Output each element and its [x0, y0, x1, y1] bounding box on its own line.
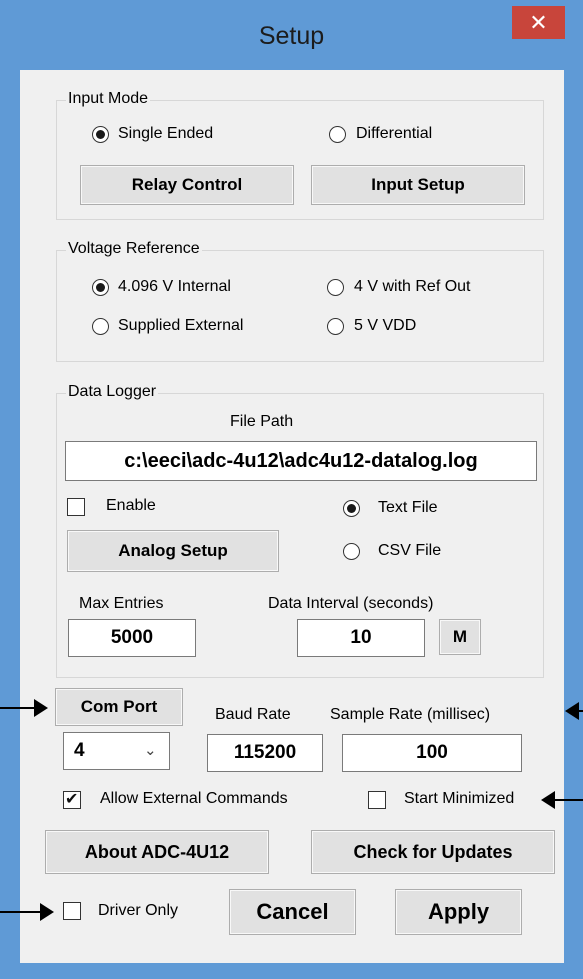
vref-internal-label: 4.096 V Internal — [118, 278, 231, 295]
baud-rate-input[interactable]: 115200 — [207, 734, 323, 772]
file-path-label: File Path — [230, 413, 294, 430]
vref-vdd-radio[interactable] — [327, 318, 344, 335]
chevron-down-icon[interactable]: ⌄ — [144, 733, 157, 769]
max-entries-label: Max Entries — [79, 595, 164, 612]
driver-only-label: Driver Only — [98, 902, 179, 919]
csv-file-radio[interactable] — [343, 543, 360, 560]
data-interval-input[interactable]: 10 — [297, 619, 425, 657]
data-interval-label: Data Interval (seconds) — [268, 595, 434, 612]
single-ended-label: Single Ended — [118, 125, 214, 142]
start-minimized-checkbox[interactable] — [368, 791, 386, 809]
allow-external-label: Allow External Commands — [100, 790, 288, 807]
apply-button[interactable]: Apply — [395, 889, 522, 935]
voltage-reference-group — [56, 250, 544, 362]
csv-file-label: CSV File — [378, 542, 442, 559]
arrow-com-port-icon — [0, 699, 48, 717]
vref-external-label: Supplied External — [118, 317, 244, 334]
vref-vdd-label: 5 V VDD — [354, 317, 417, 334]
text-file-radio[interactable] — [343, 500, 360, 517]
analog-setup-button[interactable]: Analog Setup — [67, 530, 279, 572]
differential-label: Differential — [356, 125, 433, 142]
max-entries-input[interactable]: 5000 — [68, 619, 196, 657]
arrow-sample-rate-icon — [565, 702, 583, 720]
window-title: Setup — [258, 22, 325, 50]
single-ended-radio[interactable] — [92, 126, 109, 143]
enable-checkbox[interactable] — [67, 498, 85, 516]
allow-external-checkbox[interactable] — [63, 789, 81, 809]
com-port-select[interactable]: 4 ⌄ — [63, 732, 170, 770]
sample-rate-label: Sample Rate (millisec) — [330, 706, 491, 723]
vref-internal-radio[interactable] — [92, 279, 109, 296]
com-port-button[interactable]: Com Port — [55, 688, 183, 726]
m-button[interactable]: M — [439, 619, 481, 655]
enable-label: Enable — [106, 497, 156, 514]
input-mode-legend: Input Mode — [66, 90, 151, 108]
relay-control-button[interactable]: Relay Control — [80, 165, 294, 205]
data-logger-legend: Data Logger — [66, 383, 159, 401]
com-port-value: 4 — [74, 740, 85, 761]
baud-rate-label: Baud Rate — [215, 706, 291, 723]
input-setup-button[interactable]: Input Setup — [311, 165, 525, 205]
start-minimized-label: Start Minimized — [404, 790, 515, 807]
arrow-start-minimized-icon — [541, 791, 583, 809]
close-button[interactable]: ✕ — [512, 6, 565, 39]
vref-refout-radio[interactable] — [327, 279, 344, 296]
differential-radio[interactable] — [329, 126, 346, 143]
arrow-driver-only-icon — [0, 903, 58, 921]
voltage-reference-legend: Voltage Reference — [66, 240, 202, 258]
text-file-label: Text File — [378, 499, 438, 516]
check-updates-button[interactable]: Check for Updates — [311, 830, 555, 874]
about-button[interactable]: About ADC-4U12 — [45, 830, 269, 874]
vref-refout-label: 4 V with Ref Out — [354, 278, 471, 295]
sample-rate-input[interactable]: 100 — [342, 734, 522, 772]
vref-external-radio[interactable] — [92, 318, 109, 335]
file-path-input[interactable]: c:\eeci\adc-4u12\adc4u12-datalog.log — [65, 441, 537, 481]
driver-only-checkbox[interactable] — [63, 902, 81, 920]
cancel-button[interactable]: Cancel — [229, 889, 356, 935]
